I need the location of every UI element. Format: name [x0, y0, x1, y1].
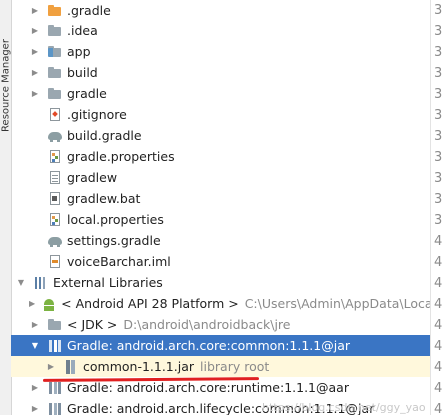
- expand-arrow-icon[interactable]: ▶: [29, 320, 41, 329]
- line-digit: 4: [434, 234, 443, 249]
- properties-file-icon: [47, 149, 63, 165]
- line-digit: 3: [434, 108, 443, 123]
- tree-item-label: Gradle: android.arch.core:runtime:1.1.1@…: [67, 380, 349, 395]
- line-digit: 3: [434, 129, 443, 144]
- tree-item-label: .gitignore: [67, 107, 127, 122]
- tree-item-jdk[interactable]: ▶ < JDK > D:\android\androidback\jre: [11, 314, 431, 335]
- tree-item-label: build.gradle: [67, 128, 142, 143]
- library-root-tag: library root: [200, 359, 270, 374]
- tree-item-gradle[interactable]: ▶ gradle: [11, 83, 431, 104]
- gradle-file-icon: [47, 233, 63, 249]
- tree-item-dot-gradle[interactable]: ▶ .gradle: [11, 0, 431, 21]
- line-digit: 4: [434, 402, 443, 415]
- folder-icon: [47, 65, 63, 81]
- tree-item-local-properties[interactable]: local.properties: [11, 209, 431, 230]
- expand-arrow-icon[interactable]: ▶: [29, 404, 41, 413]
- tree-item-build[interactable]: ▶ build: [11, 62, 431, 83]
- tree-item-label: gradle.properties: [67, 149, 175, 164]
- jdk-folder-icon: [47, 317, 63, 333]
- tree-item-label: gradle: [67, 86, 107, 101]
- expand-arrow-icon[interactable]: ▶: [29, 26, 41, 35]
- expand-arrow-icon[interactable]: ▶: [29, 383, 41, 392]
- editor-line-gutter: 3 3 3 3 3 3 3 3 3 3 3 4 4 4 4 4 4 4 4 4: [430, 0, 447, 415]
- collapse-arrow-icon[interactable]: ▼: [29, 341, 41, 350]
- iml-file-icon: [47, 254, 63, 270]
- line-digit: 4: [434, 381, 443, 396]
- line-digit: 3: [434, 171, 443, 186]
- line-digit: 3: [434, 213, 443, 228]
- expand-arrow-icon[interactable]: ▶: [29, 6, 41, 15]
- tree-item-android-platform[interactable]: ▶ < Android API 28 Platform > C:\Users\A…: [11, 293, 431, 314]
- tree-item-label: build: [67, 65, 98, 80]
- tree-item-label: < JDK >: [67, 317, 118, 332]
- gradle-file-icon: [47, 128, 63, 144]
- line-digit: 4: [434, 360, 443, 375]
- libraries-icon: [33, 275, 49, 291]
- tree-item-label: gradlew.bat: [67, 191, 141, 206]
- tree-item-path: C:\Users\Admin\AppData\Local\A: [244, 296, 431, 311]
- line-digit: 4: [434, 276, 443, 291]
- tree-item-gitignore[interactable]: .gitignore: [11, 104, 431, 125]
- tree-item-label: voiceBarchar.iml: [67, 254, 171, 269]
- tree-item-app[interactable]: ▶ app: [11, 41, 431, 62]
- line-digit: 4: [434, 318, 443, 333]
- tree-item-label: app: [67, 44, 91, 59]
- file-icon: [47, 170, 63, 186]
- tree-item-external-libraries[interactable]: ▼ External Libraries: [11, 272, 431, 293]
- tree-item-label: settings.gradle: [67, 233, 161, 248]
- line-digit: 3: [434, 45, 443, 60]
- tree-item-build-gradle[interactable]: build.gradle: [11, 125, 431, 146]
- expand-arrow-icon[interactable]: ▶: [29, 299, 35, 308]
- android-icon: [41, 296, 57, 312]
- script-file-icon: [47, 191, 63, 207]
- resource-manager-label: Resource Manager: [0, 39, 12, 132]
- line-digit: 3: [434, 66, 443, 81]
- library-icon: [47, 338, 63, 354]
- expand-arrow-icon[interactable]: ▶: [45, 362, 57, 371]
- collapse-arrow-icon[interactable]: ▼: [15, 278, 27, 287]
- tree-item-label: < Android API 28 Platform >: [61, 296, 239, 311]
- project-tree[interactable]: ▶ .gradle ▶ .idea ▶ app ▶ build ▶ gradle…: [11, 0, 431, 415]
- tree-item-label: .gradle: [67, 3, 111, 18]
- watermark: https://blog.csdn.net/ggy_yao: [262, 401, 426, 414]
- tree-item-settings-gradle[interactable]: settings.gradle: [11, 230, 431, 251]
- gitignore-file-icon: [47, 107, 63, 123]
- expand-arrow-icon[interactable]: ▶: [29, 68, 41, 77]
- tree-item-label: local.properties: [67, 212, 164, 227]
- tree-item-gradlew[interactable]: gradlew: [11, 167, 431, 188]
- tree-item-label: .idea: [67, 23, 98, 38]
- line-digit: 3: [434, 150, 443, 165]
- tree-item-path: D:\android\androidback\jre: [123, 317, 291, 332]
- module-folder-icon: [47, 44, 63, 60]
- tree-item-gradle-properties[interactable]: gradle.properties: [11, 146, 431, 167]
- line-digit: 3: [434, 24, 443, 39]
- tree-item-gradlew-bat[interactable]: gradlew.bat: [11, 188, 431, 209]
- line-digit: 3: [434, 192, 443, 207]
- expand-arrow-icon[interactable]: ▶: [29, 47, 41, 56]
- line-digit: 3: [434, 3, 443, 18]
- folder-icon: [47, 23, 63, 39]
- jar-icon: [63, 359, 79, 375]
- line-digit: 3: [434, 87, 443, 102]
- tree-item-iml[interactable]: voiceBarchar.iml: [11, 251, 431, 272]
- tree-item-label: common-1.1.1.jar: [83, 359, 195, 374]
- expand-arrow-icon[interactable]: ▶: [29, 89, 41, 98]
- tree-item-label: Gradle: android.arch.core:common:1.1.1@j…: [67, 338, 350, 353]
- tree-item-dot-idea[interactable]: ▶ .idea: [11, 20, 431, 41]
- tree-item-common-jar[interactable]: ▶ common-1.1.1.jar library root: [11, 356, 431, 377]
- orange-folder-icon: [47, 3, 63, 19]
- line-digit: 4: [434, 339, 443, 354]
- tree-item-arch-core-common[interactable]: ▼ Gradle: android.arch.core:common:1.1.1…: [11, 335, 431, 356]
- library-icon: [47, 401, 63, 415]
- tree-item-label: External Libraries: [53, 275, 163, 290]
- line-digit: 4: [434, 297, 443, 312]
- line-digit: 4: [434, 255, 443, 270]
- tree-item-label: gradlew: [67, 170, 118, 185]
- properties-file-icon: [47, 212, 63, 228]
- folder-icon: [47, 86, 63, 102]
- library-icon: [47, 380, 63, 396]
